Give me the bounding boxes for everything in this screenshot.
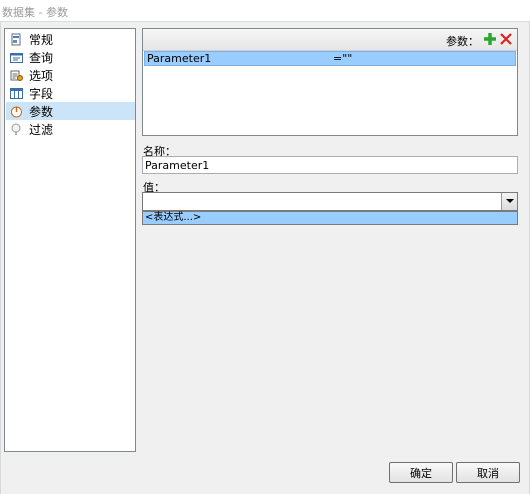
dropdown-option-expression[interactable]: <表达式...> <box>143 212 517 224</box>
ok-button[interactable]: 确定 <box>389 462 453 483</box>
fields-icon <box>10 87 23 100</box>
parameters-label: 参数： <box>446 35 479 48</box>
value-combobox[interactable] <box>142 192 518 211</box>
nav-item-label: 查询 <box>29 50 54 65</box>
delete-parameter-button[interactable] <box>499 32 513 46</box>
parameters-list: 参数： Parameter1 ="" <box>142 28 518 136</box>
parameter-name: Parameter1 <box>147 52 212 65</box>
cancel-button[interactable]: 取消 <box>456 462 520 483</box>
window-title: 数据集 - 参数 <box>2 6 68 19</box>
query-icon <box>10 51 23 64</box>
dropdown-arrow-icon[interactable] <box>501 193 517 210</box>
nav-item-filter[interactable]: 过滤 <box>6 120 135 138</box>
close-icon <box>500 33 512 45</box>
nav-item-label: 常规 <box>29 32 54 47</box>
nav-item-fields[interactable]: 字段 <box>6 84 135 102</box>
nav-item-parameters[interactable]: 参数 <box>6 102 135 120</box>
name-input[interactable] <box>142 156 518 174</box>
nav-item-label: 过滤 <box>29 122 54 137</box>
value-dropdown-list: <表达式...> <box>142 211 518 225</box>
nav-item-label: 选项 <box>29 68 54 83</box>
nav-panel: 常规 查询 选项 字段 参数 过滤 <box>4 28 136 452</box>
options-icon <box>10 69 23 82</box>
add-parameter-button[interactable] <box>483 32 497 46</box>
window-border-left <box>0 22 1 494</box>
nav-item-query[interactable]: 查询 <box>6 48 135 66</box>
filter-icon <box>10 123 23 136</box>
parameters-icon <box>10 105 23 118</box>
nav-item-options[interactable]: 选项 <box>6 66 135 84</box>
plus-icon <box>484 33 496 45</box>
parameter-value: ="" <box>333 52 353 65</box>
general-icon <box>10 33 23 46</box>
parameters-toolbar: 参数： <box>143 29 517 51</box>
nav-item-label: 字段 <box>29 86 54 101</box>
parameter-row[interactable]: Parameter1 ="" <box>144 51 516 66</box>
nav-item-general[interactable]: 常规 <box>6 30 135 48</box>
nav-item-label: 参数 <box>29 104 54 119</box>
title-bar: 数据集 - 参数 <box>0 0 530 22</box>
